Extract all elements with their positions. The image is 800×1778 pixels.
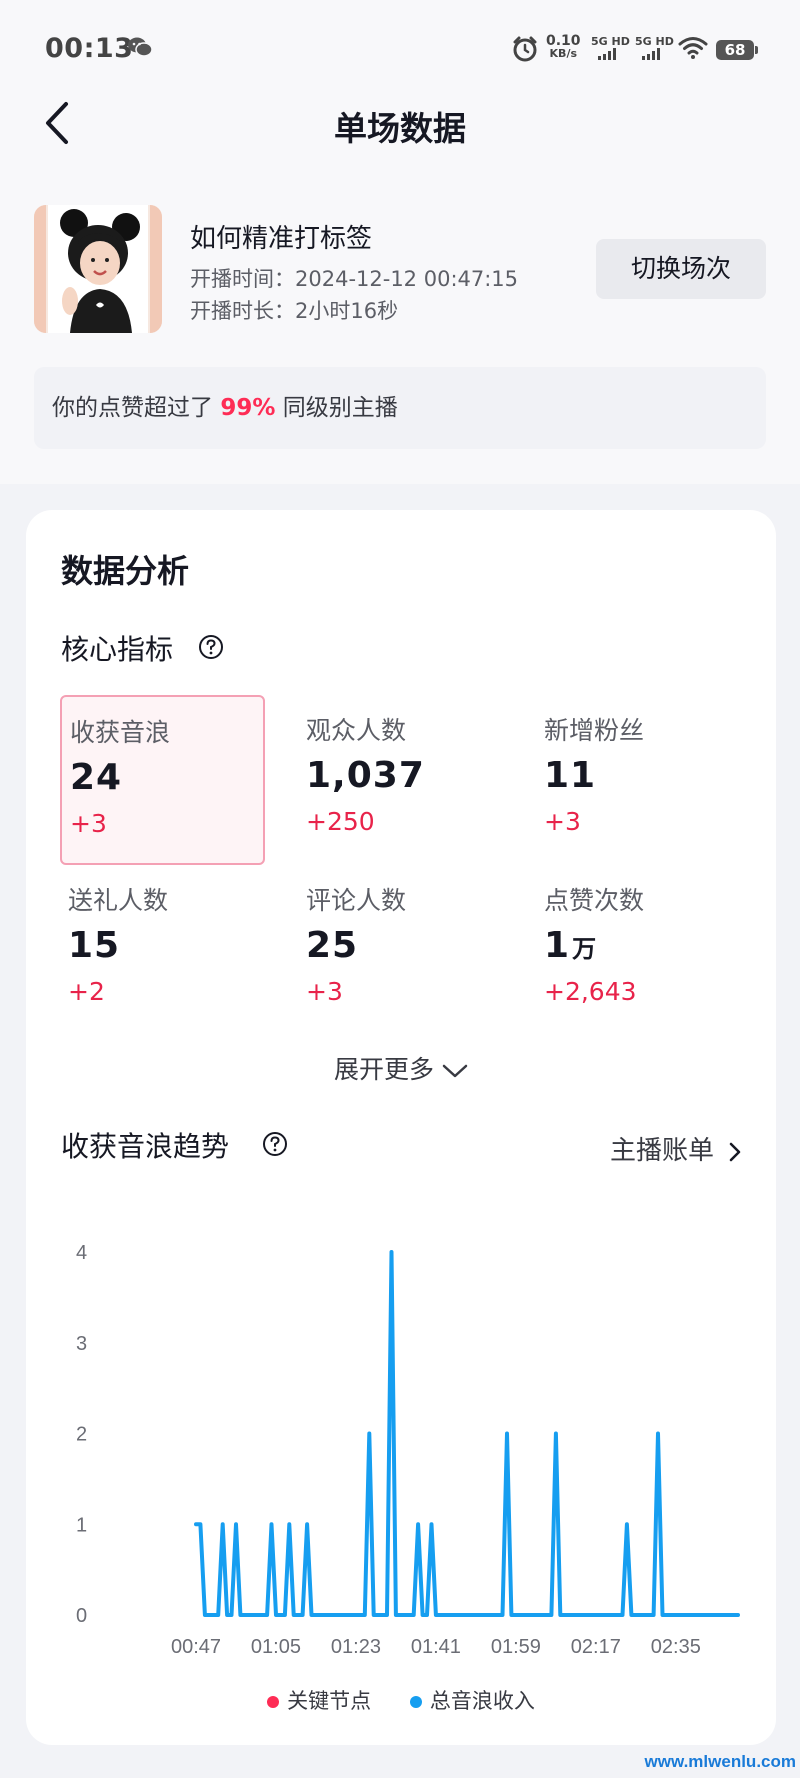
metric-delta: +3 — [70, 809, 107, 838]
y-tick-label: 3 — [76, 1333, 87, 1355]
legend-label: 关键节点 — [287, 1689, 372, 1713]
metric-card-0[interactable]: 收获音浪 24 +3 — [60, 695, 265, 865]
legend-label: 总音浪收入 — [429, 1689, 535, 1713]
legend-dot — [409, 1696, 422, 1708]
metric-value-number: 15 — [68, 925, 121, 966]
child-photo — [34, 205, 162, 333]
trend-title: 收获音浪趋势 — [61, 1130, 230, 1163]
watermark: www.mlwenlu.com — [644, 1752, 796, 1771]
signal-icon — [642, 48, 660, 60]
legend-item-1: 总音浪收入 — [409, 1685, 535, 1715]
y-tick-label: 1 — [76, 1514, 87, 1536]
legend-item-0: 关键节点 — [267, 1685, 371, 1715]
net-speed: 0.10 KB/s — [546, 34, 581, 60]
metric-delta: +3 — [306, 977, 343, 1006]
metric-card-2[interactable]: 新增粉丝 11 +3 — [536, 695, 741, 865]
help-icon[interactable] — [198, 634, 224, 660]
help-icon[interactable] — [262, 1131, 288, 1157]
metric-value-number: 24 — [70, 757, 123, 798]
net-speed-unit: KB/s — [549, 47, 578, 60]
battery-icon: 68 — [716, 40, 758, 60]
y-tick-label: 2 — [76, 1424, 87, 1446]
switch-session-button[interactable]: 切换场次 — [596, 239, 766, 299]
alarm-icon — [513, 36, 537, 62]
signal-icon — [598, 48, 616, 60]
wifi-icon — [678, 37, 708, 59]
metric-value: 1万 — [544, 925, 597, 966]
metric-value: 11 — [544, 755, 598, 796]
x-tick-label: 01:41 — [411, 1636, 461, 1658]
legend-dot — [267, 1696, 280, 1708]
metric-delta: +2 — [68, 977, 105, 1006]
x-tick-label: 02:35 — [651, 1636, 701, 1658]
section-title: 数据分析 — [61, 552, 190, 590]
chart-legend: 关键节点 总音浪收入 — [26, 1685, 776, 1715]
sim2-label: 5G HD — [635, 35, 674, 48]
series-line — [194, 1250, 740, 1617]
status-time: 00:13 — [45, 33, 134, 64]
chevron-down-icon — [442, 1064, 468, 1078]
metric-label: 新增粉丝 — [544, 716, 645, 745]
metric-value-number: 1,037 — [306, 755, 425, 796]
expand-more-label: 展开更多 — [333, 1055, 434, 1084]
sim1-label: 5G HD — [591, 35, 630, 48]
x-tick-label: 02:17 — [571, 1636, 621, 1658]
core-metrics-title: 核心指标 — [61, 633, 174, 666]
x-tick-label: 01:05 — [251, 1636, 301, 1658]
chevron-right-icon — [729, 1142, 741, 1161]
metric-label: 送礼人数 — [68, 886, 169, 915]
y-tick-label: 0 — [76, 1605, 87, 1627]
expand-more-button[interactable]: 展开更多 — [26, 1050, 776, 1086]
metric-value-number: 25 — [306, 925, 359, 966]
host-bill-link[interactable]: 主播账单 — [610, 1130, 742, 1167]
metric-value-number: 1 — [544, 925, 571, 966]
compare-suffix: 同级别主播 — [282, 395, 398, 421]
page-title: 单场数据 — [334, 109, 466, 148]
net-speed-value: 0.10 — [546, 33, 581, 49]
wechat-icon — [128, 37, 153, 57]
status-bar: 00:13 0.10 KB/s 5G HD 5G HD 68 — [0, 0, 800, 100]
x-tick-label: 01:59 — [491, 1636, 541, 1658]
data-analysis-card: 数据分析 核心指标 收获音浪 24 +3 观众人数 1,037 +250 新增粉… — [26, 510, 776, 1745]
session-start-time: 开播时间：2024-12-12 00:47:15 — [190, 267, 519, 291]
metric-value: 1,037 — [306, 755, 427, 796]
y-tick-label: 4 — [76, 1242, 87, 1264]
metric-label: 收获音浪 — [70, 718, 171, 747]
metric-value-number: 11 — [544, 755, 597, 796]
metric-value: 25 — [306, 925, 360, 966]
metric-label: 观众人数 — [306, 716, 407, 745]
x-tick-label: 01:23 — [331, 1636, 381, 1658]
metric-card-4[interactable]: 评论人数 25 +3 — [298, 865, 503, 1035]
trend-chart: 0 1 2 3 4 00:47 01:05 01:23 01:41 01:59 02:17 02:35 — [26, 1230, 776, 1700]
metric-card-1[interactable]: 观众人数 1,037 +250 — [298, 695, 503, 865]
metric-delta: +2,643 — [544, 977, 637, 1006]
trend-chart-svg: 0 1 2 3 4 00:47 01:05 01:23 01:41 01:59 02:17 02:35 — [76, 1242, 740, 1658]
session-duration: 开播时长：2小时16秒 — [190, 299, 399, 323]
metric-value: 24 — [70, 757, 124, 798]
session-cover-image[interactable] — [34, 205, 162, 333]
metric-card-3[interactable]: 送礼人数 15 +2 — [60, 865, 265, 1035]
metric-card-5[interactable]: 点赞次数 1万 +2,643 — [536, 865, 741, 1035]
metric-label: 评论人数 — [306, 886, 407, 915]
host-bill-label: 主播账单 — [609, 1136, 714, 1166]
compare-prefix: 你的点赞超过了 — [52, 395, 213, 421]
metric-delta: +250 — [306, 807, 375, 836]
compare-percent: 99% — [220, 395, 276, 421]
metric-value-unit: 万 — [572, 935, 598, 963]
like-compare-banner: 你的点赞超过了 99% 同级别主播 — [34, 367, 766, 449]
metric-value: 15 — [68, 925, 122, 966]
metric-delta: +3 — [544, 807, 581, 836]
x-tick-label: 00:47 — [171, 1636, 221, 1658]
metric-label: 点赞次数 — [544, 886, 645, 915]
session-title: 如何精准打标签 — [190, 224, 373, 254]
